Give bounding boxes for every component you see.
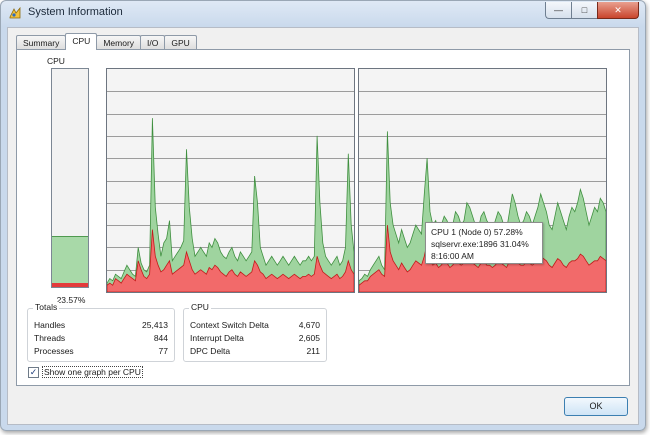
maximize-button[interactable]: □ [571, 2, 597, 19]
cpu-stats-row-dpc: DPC Delta 211 [190, 346, 320, 358]
stat-value: 844 [153, 333, 168, 343]
totals-row-processes: Processes 77 [34, 346, 168, 358]
stat-label: Handles [34, 320, 66, 330]
title-bar[interactable]: System Information — □ ✕ [1, 1, 645, 25]
cpu-graph-tooltip: CPU 1 (Node 0) 57.28% sqlservr.exe:1896 … [425, 222, 543, 264]
totals-row-threads: Threads 844 [34, 333, 168, 345]
tooltip-cpu-line: CPU 1 (Node 0) 57.28% [431, 227, 523, 237]
totals-group: Totals Handles 25,413 Threads 844 Proces… [27, 302, 175, 362]
stat-value: 2,605 [298, 333, 320, 343]
tab-summary[interactable]: Summary [16, 35, 67, 50]
cpu-stats-group: CPU Context Switch Delta 4,670 Interrupt… [183, 302, 327, 362]
window-controls: — □ ✕ [545, 2, 639, 20]
stat-label: Interrupt Delta [190, 333, 244, 343]
cpu-usage-gauge [51, 68, 89, 288]
cpu-gauge-caption: CPU [47, 56, 65, 66]
stat-value: 25,413 [142, 320, 168, 330]
tab-gpu[interactable]: GPU [164, 35, 197, 50]
checkbox-check-icon[interactable]: ✓ [28, 367, 39, 378]
cpu-gauge-total-fill [52, 236, 88, 287]
dialog-client-area: Summary CPU Memory I/O GPU CPU 23.57% CP… [7, 27, 639, 425]
system-information-window: System Information — □ ✕ Summary CPU Mem… [0, 0, 646, 431]
minimize-button[interactable]: — [545, 2, 571, 19]
tab-cpu[interactable]: CPU [65, 33, 98, 50]
close-button[interactable]: ✕ [597, 2, 639, 19]
cpu-stats-group-title: CPU [189, 302, 211, 312]
system-information-app-icon [9, 6, 21, 19]
cpu-0-graph-svg [107, 91, 354, 292]
tooltip-time-line: 8:16:00 AM [431, 251, 475, 261]
totals-row-handles: Handles 25,413 [34, 320, 168, 332]
checkbox-label[interactable]: Show one graph per CPU [42, 366, 143, 378]
stat-label: Threads [34, 333, 66, 343]
stat-label: Processes [34, 346, 74, 356]
stat-value: 4,670 [298, 320, 320, 330]
stat-label: Context Switch Delta [190, 320, 269, 330]
cpu-tab-panel: CPU 23.57% CPU 1 (Node 0) 57.28% sqlserv… [16, 49, 630, 386]
totals-group-title: Totals [33, 302, 60, 312]
cpu-gauge-kernel-fill [52, 283, 88, 287]
ok-button[interactable]: OK [564, 397, 628, 416]
stat-value: 77 [158, 346, 168, 356]
window-title: System Information [28, 6, 123, 18]
tab-memory[interactable]: Memory [96, 35, 142, 50]
cpu-0-history-graph [106, 68, 355, 293]
tooltip-process-line: sqlservr.exe:1896 31.04% [431, 239, 529, 249]
cpu-stats-row-interrupt: Interrupt Delta 2,605 [190, 333, 320, 345]
stat-value: 211 [306, 346, 320, 356]
stat-label: DPC Delta [190, 346, 231, 356]
tab-io[interactable]: I/O [140, 35, 166, 50]
tab-strip: Summary CPU Memory I/O GPU [16, 33, 197, 50]
cpu-stats-row-context-switch: Context Switch Delta 4,670 [190, 320, 320, 332]
